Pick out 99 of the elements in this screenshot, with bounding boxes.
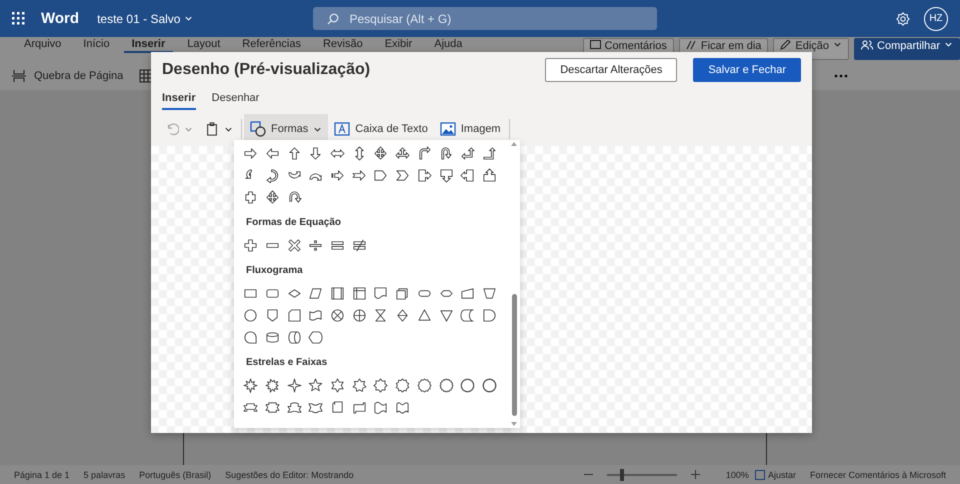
section-heading: Formas de Equação: [245, 216, 342, 230]
flowchart-shape-icon[interactable]: [243, 330, 258, 344]
ribbon-tab[interactable]: Layout: [179, 38, 228, 53]
arrow-shape-icon[interactable]: [438, 168, 454, 182]
caret-icon: [184, 14, 194, 23]
fit-button[interactable]: Ajustar: [754, 470, 796, 480]
flowchart-shape-icon[interactable]: [416, 308, 432, 322]
arrow-shape-icon[interactable]: [265, 146, 280, 160]
arrow-shape-icon[interactable]: [482, 168, 497, 182]
ribbon-tab[interactable]: Arquivo: [16, 38, 70, 53]
arrow-shape-icon[interactable]: [373, 168, 388, 182]
user-avatar[interactable]: HZ: [924, 6, 948, 30]
arrow-shape-icon[interactable]: [416, 168, 432, 182]
arrow-shape-icon[interactable]: [286, 146, 302, 160]
page-break-command[interactable]: Quebra de Página: [34, 70, 124, 82]
flowchart-shape-icon[interactable]: [460, 308, 476, 322]
equation-shape-icon[interactable]: [286, 238, 302, 252]
ribbon-tab[interactable]: Referências: [234, 38, 309, 53]
flowchart-shape-icon[interactable]: [438, 308, 454, 322]
status-text: 5 palavras: [84, 470, 126, 480]
flowchart-shape-icon[interactable]: [373, 308, 388, 322]
arrow-shape-icon[interactable]: [265, 190, 280, 204]
flowchart-shape-icon[interactable]: [286, 308, 302, 322]
comment-icon: [590, 40, 600, 50]
arrow-shape-icon[interactable]: [286, 190, 302, 204]
shapes-icon: [250, 121, 266, 137]
text-box-icon: [334, 122, 350, 136]
more-icon[interactable]: [834, 74, 848, 78]
image-icon: [440, 122, 456, 136]
flowchart-shape-icon[interactable]: [308, 308, 324, 322]
arrow-shape-icon[interactable]: [395, 146, 410, 160]
zoom-percentage[interactable]: 100%: [726, 470, 749, 480]
arrow-shape-icon[interactable]: [438, 146, 454, 160]
search-field[interactable]: Pesquisar (Alt + G): [313, 7, 658, 30]
flowchart-shape-icon[interactable]: [395, 308, 410, 322]
flowchart-shape-icon[interactable]: [308, 286, 324, 300]
arrow-shape-icon[interactable]: [352, 168, 367, 182]
flowchart-shape-icon[interactable]: [330, 286, 346, 300]
arrow-shape-icon[interactable]: [330, 168, 346, 182]
caret-icon: [833, 40, 842, 49]
dialog-tab[interactable]: Inserir: [162, 90, 196, 110]
section-heading: Fluxograma: [245, 264, 304, 278]
discard-button[interactable]: Descartar Alterações: [545, 58, 678, 82]
flowchart-shape-icon[interactable]: [308, 330, 324, 344]
flowchart-shape-icon[interactable]: [286, 330, 302, 344]
flowchart-shape-icon[interactable]: [373, 286, 388, 300]
page-break-icon: [12, 69, 26, 83]
flowchart-shape-icon[interactable]: [482, 286, 497, 300]
dialog-title: Desenho (Pré-visualização): [162, 61, 370, 79]
arrow-shape-icon[interactable]: [265, 168, 280, 182]
flowchart-shape-icon[interactable]: [330, 308, 346, 322]
ribbon-tab[interactable]: Exibir: [376, 38, 420, 53]
flowchart-shape-icon[interactable]: [482, 308, 497, 322]
fit-icon: [754, 470, 765, 480]
document-title[interactable]: teste 01 - Salvo: [97, 12, 194, 26]
scrollbar[interactable]: [508, 140, 520, 428]
table-icon[interactable]: [139, 69, 154, 83]
dialog-tab[interactable]: Desenhar: [212, 90, 260, 110]
arrow-shape-icon[interactable]: [416, 146, 432, 160]
flowchart-shape-icon[interactable]: [243, 308, 258, 322]
arrow-shape-icon[interactable]: [460, 168, 476, 182]
textbox-button[interactable]: Caixa de Texto: [328, 114, 434, 144]
zoom-in-icon[interactable]: [690, 470, 700, 479]
settings-icon[interactable]: [896, 12, 910, 26]
arrow-shape-icon[interactable]: [243, 190, 258, 204]
flowchart-shape-icon[interactable]: [265, 330, 280, 344]
equation-shape-icon[interactable]: [243, 238, 258, 252]
pencil-icon: [780, 40, 792, 50]
ribbon-tab[interactable]: Início: [75, 38, 118, 53]
status-text: Português (Brasil): [139, 470, 212, 480]
ribbon-action-button[interactable]: Compartilhar: [854, 38, 960, 60]
ribbon-tab[interactable]: Revisão: [314, 38, 371, 53]
feedback-link[interactable]: Fornecer Comentários à Microsoft: [810, 470, 946, 480]
arrow-shape-icon[interactable]: [482, 146, 497, 160]
app-name: Word: [41, 10, 80, 27]
undo-icon: [165, 122, 179, 136]
search-icon: [327, 12, 340, 24]
arrow-shape-icon[interactable]: [460, 146, 476, 160]
flowchart-shape-icon[interactable]: [265, 308, 280, 322]
flowchart-shape-icon[interactable]: [352, 286, 367, 300]
flowchart-shape-icon[interactable]: [395, 286, 410, 300]
app-launcher-icon[interactable]: [12, 12, 25, 25]
search-input[interactable]: Pesquisar (Alt + G): [347, 10, 658, 26]
save-button[interactable]: Salvar e Fechar: [693, 58, 801, 82]
caret-icon: [944, 40, 953, 49]
clipboard-icon: [205, 122, 219, 136]
status-text: Sugestões do Editor: Mostrando: [225, 470, 354, 480]
status-text: Página 1 de 1: [14, 470, 70, 480]
ribbon-tab[interactable]: Ajuda: [426, 38, 470, 53]
arrow-shape-icon[interactable]: [395, 168, 410, 182]
flowchart-shape-icon[interactable]: [460, 286, 476, 300]
flowchart-shape-icon[interactable]: [352, 308, 367, 322]
equation-shape-icon[interactable]: [352, 238, 367, 252]
arrow-shape-icon[interactable]: [243, 146, 258, 160]
arrow-shape-icon[interactable]: [308, 146, 324, 160]
arrow-shape-icon[interactable]: [373, 146, 388, 160]
section-heading: Estrelas e Faixas: [245, 356, 328, 370]
scroll-down-icon[interactable]: [511, 422, 517, 426]
equation-shape-icon[interactable]: [308, 238, 324, 252]
